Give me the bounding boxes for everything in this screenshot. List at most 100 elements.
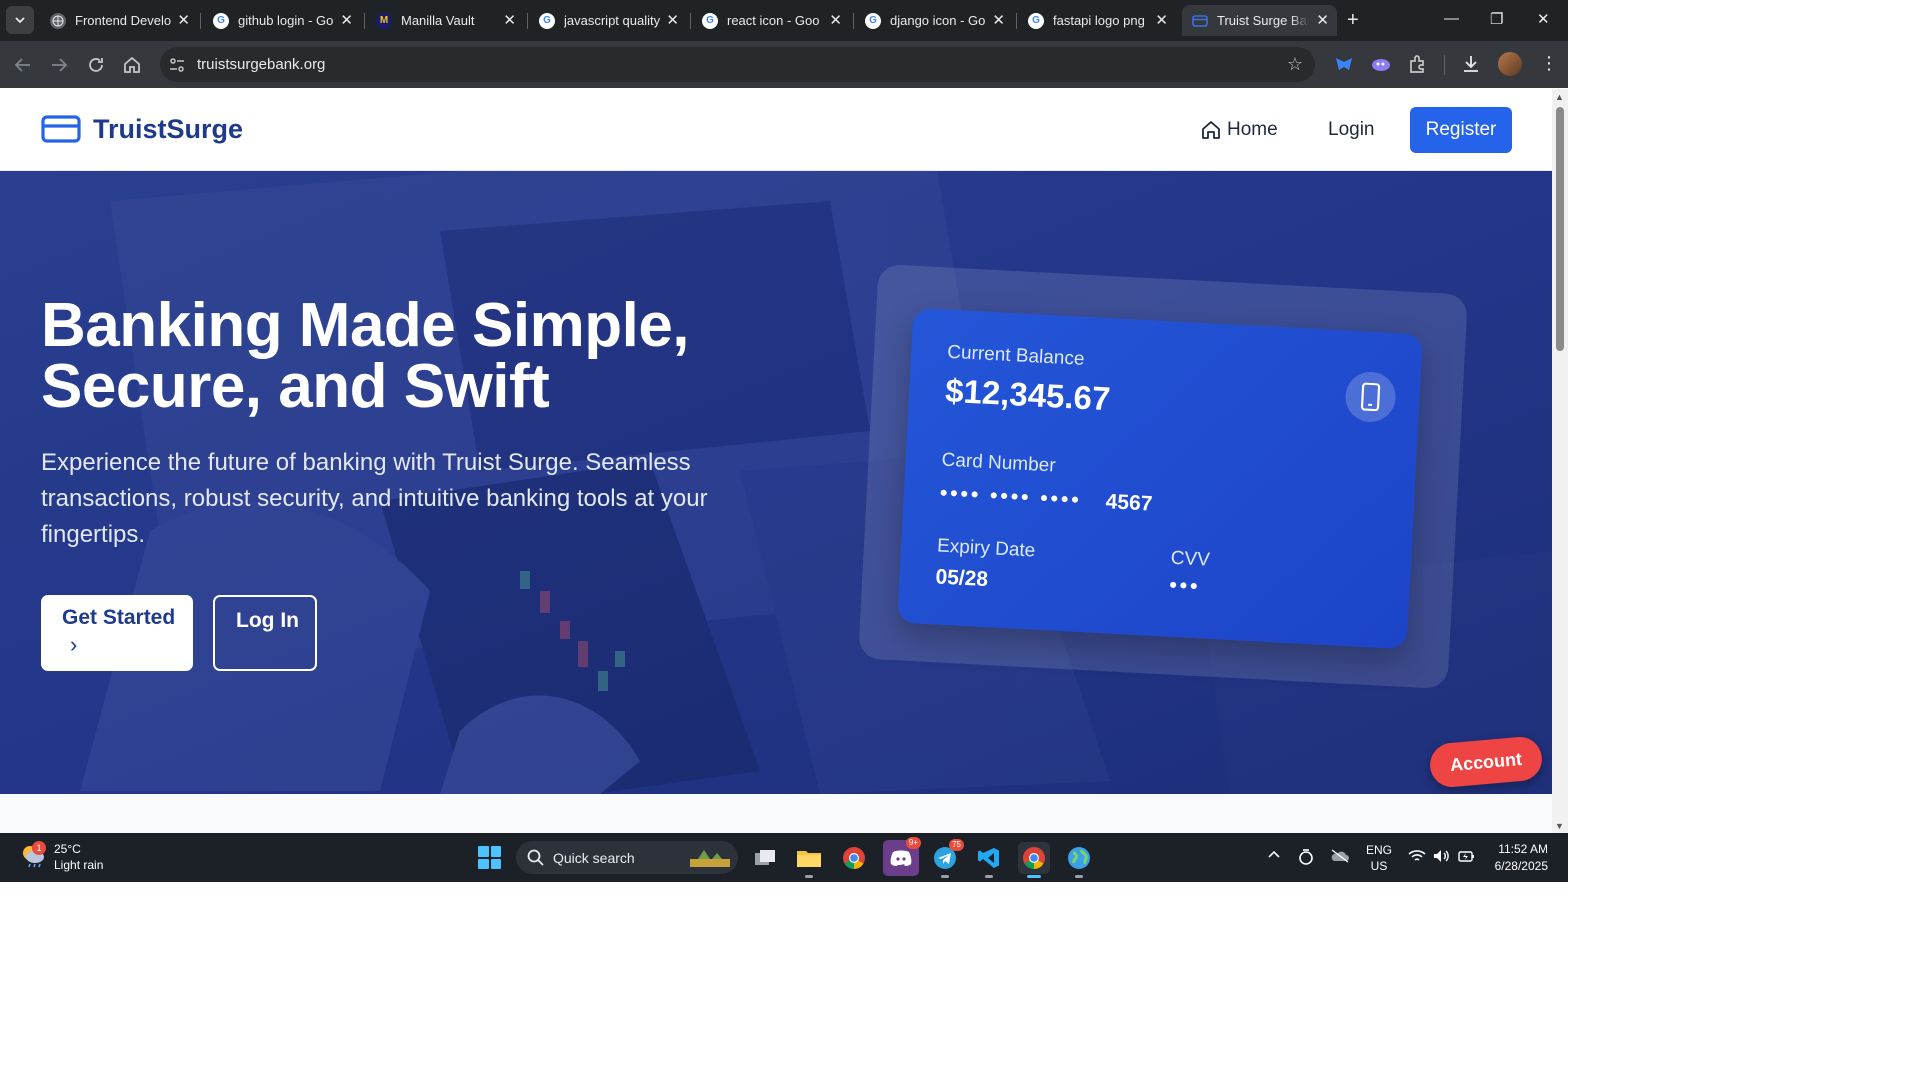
task-view-icon[interactable] bbox=[749, 842, 781, 874]
balance-value: $12,345.67 bbox=[944, 371, 1112, 418]
close-icon[interactable]: ✕ bbox=[503, 11, 516, 29]
close-icon[interactable]: ✕ bbox=[666, 11, 679, 29]
close-icon[interactable]: ✕ bbox=[1155, 11, 1168, 29]
volume-icon[interactable] bbox=[1433, 849, 1451, 866]
region-code: US bbox=[1370, 859, 1388, 873]
hero-login-button[interactable]: Log In bbox=[213, 595, 317, 671]
forward-arrow-icon[interactable] bbox=[48, 54, 70, 76]
nav-login-link[interactable]: Login bbox=[1328, 119, 1375, 141]
scrollbar-thumb[interactable] bbox=[1556, 107, 1564, 351]
windows-logo-pane bbox=[478, 846, 489, 857]
globe-app-icon[interactable] bbox=[1063, 842, 1095, 878]
browser-tab[interactable]: G javascript quality ✕ bbox=[529, 5, 687, 36]
tab-title: fastapi logo png bbox=[1053, 13, 1145, 28]
language-indicator[interactable]: ENG US bbox=[1366, 842, 1392, 874]
tab-title: react icon - Goo bbox=[727, 13, 820, 28]
home-icon[interactable] bbox=[121, 54, 143, 76]
file-explorer-icon[interactable] bbox=[793, 842, 825, 878]
tab-separator bbox=[690, 13, 691, 29]
brand-name: TruistSurge bbox=[93, 113, 244, 144]
running-indicator bbox=[805, 875, 813, 878]
nav-home-link[interactable]: Home bbox=[1200, 119, 1278, 141]
onedrive-offline-icon[interactable] bbox=[1330, 849, 1350, 866]
chrome-icon[interactable] bbox=[838, 842, 870, 874]
weather-widget[interactable]: 1 25°C Light rain bbox=[20, 841, 103, 873]
discord-icon[interactable]: 9+ bbox=[883, 837, 921, 876]
balance-label: Current Balance bbox=[946, 341, 1085, 370]
scroll-down-arrow[interactable]: ▼ bbox=[1555, 821, 1564, 831]
register-button[interactable]: Register bbox=[1410, 107, 1512, 153]
tray-app-icon[interactable] bbox=[1298, 848, 1314, 869]
close-icon[interactable]: ✕ bbox=[829, 11, 842, 29]
expiry-value: 05/28 bbox=[934, 565, 989, 592]
close-icon[interactable]: ✕ bbox=[340, 11, 353, 29]
language-code: ENG bbox=[1366, 843, 1393, 857]
chevron-down-icon bbox=[15, 17, 25, 24]
get-started-button[interactable]: Get Started › bbox=[41, 595, 193, 671]
notification-badge: 9+ bbox=[905, 837, 921, 849]
minimize-button[interactable]: — bbox=[1444, 10, 1459, 27]
card-number-label: Card Number bbox=[941, 449, 1057, 477]
close-icon[interactable]: ✕ bbox=[992, 11, 1005, 29]
puzzle-extensions-icon[interactable] bbox=[1407, 53, 1429, 75]
system-clock[interactable]: 11:52 AM 6/28/2025 bbox=[1490, 841, 1548, 875]
search-icon bbox=[527, 849, 544, 866]
tab-title: Frontend Develo bbox=[75, 13, 172, 28]
taskbar-search[interactable]: Quick search bbox=[516, 841, 738, 874]
browser-tab[interactable]: G django icon - Go ✕ bbox=[855, 5, 1013, 36]
running-indicator bbox=[1027, 875, 1041, 878]
google-icon: G bbox=[865, 12, 881, 29]
page-scrollbar[interactable]: ▲ ▼ bbox=[1552, 89, 1568, 833]
weather-desc: Light rain bbox=[54, 858, 104, 872]
windows-logo-pane bbox=[478, 858, 489, 869]
more-menu-icon[interactable]: ⋮ bbox=[1540, 53, 1562, 75]
tab-title: javascript quality bbox=[564, 13, 661, 28]
battery-charging-icon[interactable] bbox=[1458, 848, 1476, 867]
close-icon[interactable]: ✕ bbox=[177, 11, 190, 29]
web-page: TruistSurge Home Login Register Banking … bbox=[0, 89, 1552, 833]
hero-title-line1: Banking Made Simple, bbox=[41, 291, 690, 360]
windows-start-button[interactable] bbox=[478, 846, 501, 869]
hero-subtitle: Experience the future of banking with Tr… bbox=[41, 449, 708, 548]
browser-tab-active[interactable]: Truist Surge Bank ✕ bbox=[1182, 5, 1337, 36]
browser-tab[interactable]: M Manilla Vault ✕ bbox=[366, 5, 524, 36]
smartphone-icon bbox=[1344, 370, 1397, 424]
reload-icon[interactable] bbox=[85, 54, 107, 76]
address-bar[interactable]: truistsurgebank.org ☆ bbox=[160, 47, 1315, 82]
tab-title: Truist Surge Bank bbox=[1217, 13, 1309, 28]
download-icon[interactable] bbox=[1460, 53, 1482, 75]
tray-overflow-chevron-icon[interactable] bbox=[1267, 848, 1281, 865]
extension-icon[interactable] bbox=[1370, 53, 1392, 75]
tab-search-button[interactable] bbox=[6, 6, 34, 34]
bookmark-star-icon[interactable]: ☆ bbox=[1287, 54, 1303, 75]
hero-title: Banking Made Simple, Secure, and Swift bbox=[41, 295, 801, 418]
scroll-up-arrow[interactable]: ▲ bbox=[1555, 92, 1564, 102]
new-tab-button[interactable]: + bbox=[1347, 9, 1359, 32]
toolbar-divider bbox=[1444, 55, 1445, 75]
browser-tab[interactable]: G github login - Go ✕ bbox=[203, 5, 361, 36]
telegram-icon[interactable]: 75 bbox=[929, 839, 964, 878]
close-icon[interactable]: ✕ bbox=[1316, 11, 1329, 29]
hero-section: Banking Made Simple, Secure, and Swift E… bbox=[0, 171, 1552, 794]
tab-title: django icon - Go bbox=[890, 13, 986, 28]
windows-logo-pane bbox=[490, 846, 501, 857]
tab-separator bbox=[527, 13, 528, 29]
site-header: TruistSurge Home Login Register bbox=[0, 89, 1552, 171]
browser-tab[interactable]: Frontend Develo ✕ bbox=[40, 5, 198, 36]
tab-separator bbox=[364, 13, 365, 29]
extension-icon[interactable] bbox=[1333, 53, 1355, 75]
restore-button[interactable]: ❐ bbox=[1490, 10, 1503, 28]
browser-tab[interactable]: G fastapi logo png ✕ bbox=[1018, 5, 1176, 36]
windows-taskbar: 1 25°C Light rain Quick search 9+ 75 ENG… bbox=[0, 833, 1568, 882]
window-close-button[interactable]: ✕ bbox=[1537, 10, 1550, 28]
site-info-icon[interactable] bbox=[168, 56, 186, 74]
vscode-icon[interactable] bbox=[973, 842, 1005, 878]
tab-separator bbox=[200, 13, 201, 29]
cvv-value: ••• bbox=[1168, 573, 1202, 599]
wifi-icon[interactable] bbox=[1408, 849, 1426, 866]
browser-tab[interactable]: G react icon - Goo ✕ bbox=[692, 5, 850, 36]
chrome-active-icon[interactable] bbox=[1018, 842, 1050, 878]
profile-avatar[interactable] bbox=[1498, 52, 1522, 76]
back-arrow-icon[interactable] bbox=[12, 54, 34, 76]
brand-logo[interactable]: TruistSurge bbox=[41, 113, 243, 145]
